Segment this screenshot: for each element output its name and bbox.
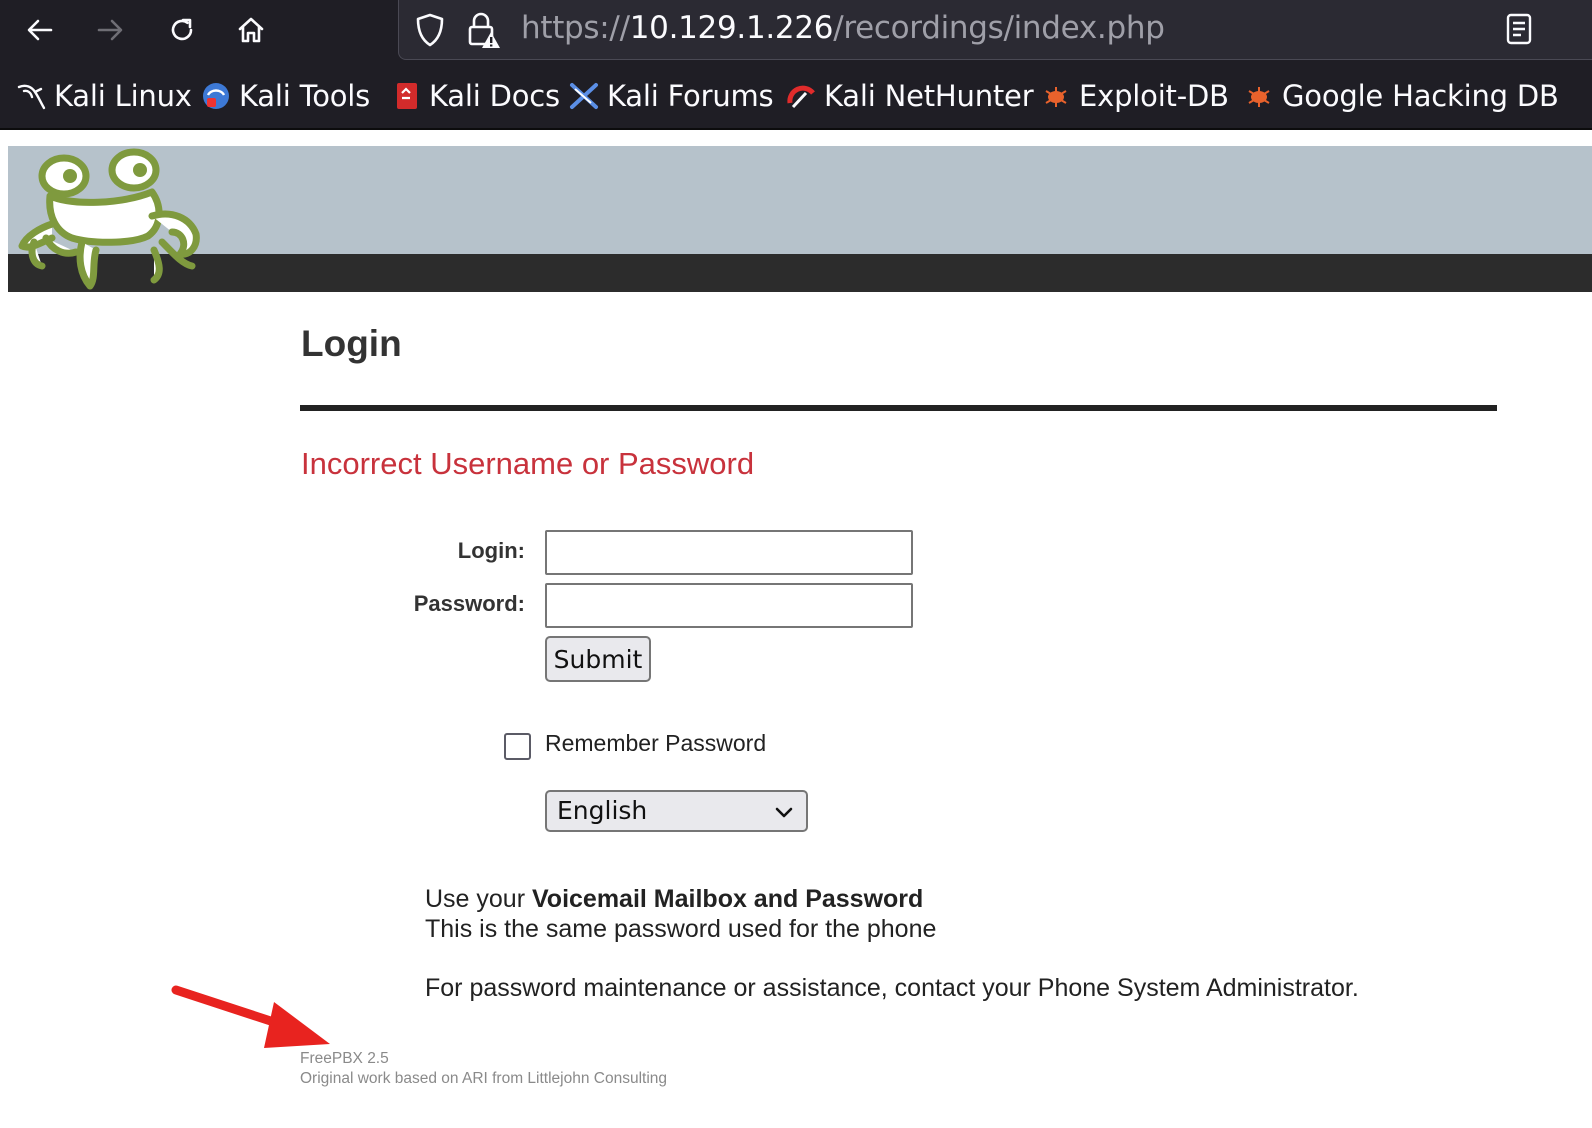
remember-password-checkbox[interactable] (504, 733, 531, 760)
bookmark-label: Kali Linux (54, 79, 192, 113)
error-message: Incorrect Username or Password (301, 446, 755, 481)
page-header-banner (8, 146, 1592, 292)
bookmark-label: Kali NetHunter (824, 79, 1034, 113)
url-text[interactable]: https://10.129.1.226/recordings/index.ph… (521, 10, 1165, 46)
home-button[interactable] (229, 8, 273, 52)
bookmark-label: Google Hacking DB (1282, 79, 1559, 113)
header-dark-band (8, 254, 1592, 292)
bookmark-kali-tools[interactable]: Kali Tools (201, 78, 370, 114)
submit-button[interactable]: Submit (545, 636, 651, 682)
back-button[interactable] (18, 8, 62, 52)
insecure-lock-icon[interactable] (465, 10, 503, 50)
exploit-db-icon (1045, 87, 1067, 107)
info-line-2: This is the same password used for the p… (425, 915, 937, 943)
kali-docs-icon (397, 83, 417, 109)
reload-icon (171, 18, 193, 41)
footer-version: FreePBX 2.5 (300, 1050, 389, 1067)
password-input[interactable] (545, 583, 913, 628)
page-title: Login (301, 323, 402, 364)
bookmark-label: Kali Tools (239, 79, 371, 113)
chevron-down-icon (775, 807, 793, 818)
url-scheme: https:// (521, 10, 630, 46)
kali-nethunter-icon (787, 85, 815, 109)
bookmark-label: Kali Forums (607, 79, 774, 113)
footer-credit: Original work based on ARI from Littlejo… (300, 1070, 668, 1087)
url-path: /recordings/index.php (833, 10, 1165, 46)
header-light-band (8, 146, 1592, 254)
red-annotation-arrow-icon (171, 985, 330, 1048)
forward-button[interactable] (88, 8, 132, 52)
url-host: 10.129.1.226 (629, 10, 834, 46)
title-divider (300, 405, 1497, 411)
bookmark-label: Kali Docs (429, 79, 560, 113)
tracking-shield-icon[interactable] (413, 12, 447, 48)
freepbx-frog-logo-icon (18, 148, 200, 290)
bookmark-exploit-db[interactable]: Exploit-DB (1041, 78, 1229, 114)
bookmark-kali-linux[interactable]: Kali Linux (16, 78, 192, 114)
bookmark-google-hacking-db[interactable]: Google Hacking DB (1244, 78, 1559, 114)
bookmark-kali-forums[interactable]: Kali Forums (569, 78, 774, 114)
language-select[interactable]: English (545, 790, 808, 832)
info-line-3: For password maintenance or assistance, … (425, 974, 1359, 1002)
bookmark-kali-docs[interactable]: Kali Docs (391, 78, 560, 114)
bookmark-label: Exploit-DB (1079, 79, 1229, 113)
password-label: Password: (413, 591, 525, 616)
login-label: Login: (457, 538, 525, 563)
remember-password-label[interactable]: Remember Password (545, 730, 766, 757)
login-input[interactable] (545, 530, 913, 575)
url-bar[interactable]: https://10.129.1.226/recordings/index.ph… (398, 0, 1592, 60)
reload-button[interactable] (160, 8, 204, 52)
reader-view-icon[interactable] (1503, 12, 1535, 46)
bookmark-kali-nethunter[interactable]: Kali NetHunter (786, 78, 1034, 114)
forward-arrow-icon (97, 19, 123, 41)
kali-forums-icon (570, 83, 598, 109)
home-icon (238, 17, 264, 43)
info-bold-text: Voicemail Mailbox and Password (531, 885, 924, 913)
language-selected-value: English (557, 796, 648, 825)
ghdb-icon (1248, 87, 1270, 107)
kali-tools-icon (203, 83, 229, 109)
bookmarks-toolbar: Kali Linux Kali Tools Kali Docs Kali For… (0, 62, 1592, 130)
info-line-1: Use your Voicemail Mailbox and Password (425, 885, 923, 914)
browser-toolbar: https://10.129.1.226/recordings/index.ph… (0, 0, 1592, 62)
kali-dragon-icon (17, 84, 46, 110)
info-prefix: Use your (425, 885, 532, 913)
back-arrow-icon (27, 19, 53, 41)
